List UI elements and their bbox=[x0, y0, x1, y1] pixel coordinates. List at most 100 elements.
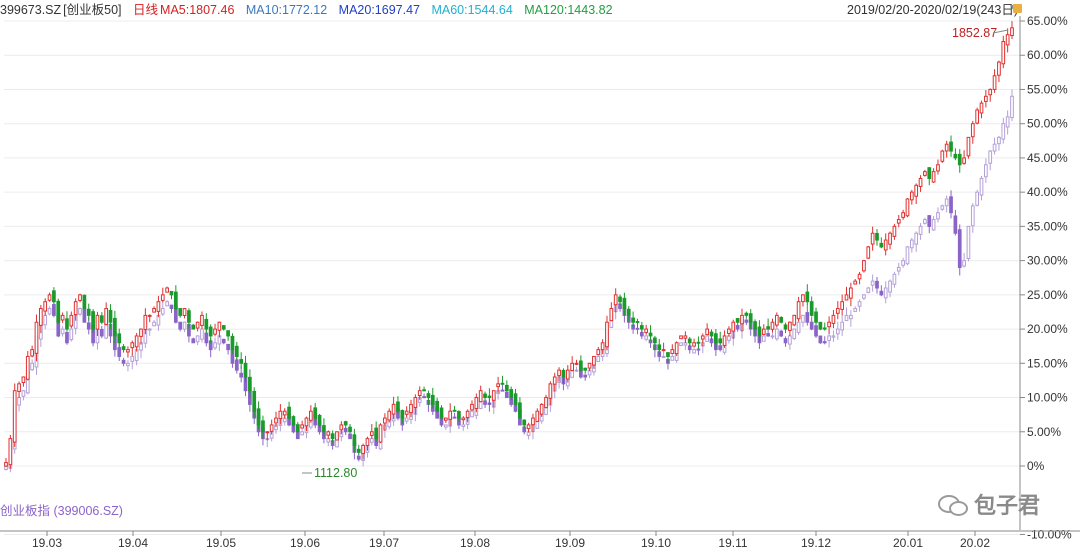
candle-body bbox=[653, 337, 657, 344]
candle-body bbox=[896, 266, 901, 272]
candle-body bbox=[557, 369, 561, 377]
candle-body bbox=[670, 355, 675, 361]
candle-body bbox=[661, 355, 666, 358]
candle-body bbox=[809, 301, 814, 316]
candle-body bbox=[613, 294, 618, 306]
candle-body bbox=[757, 326, 762, 337]
candle-body bbox=[679, 342, 683, 347]
y-tick-label: 65.00% bbox=[1027, 14, 1068, 28]
candle-body bbox=[918, 177, 923, 187]
candle-body bbox=[191, 338, 196, 344]
y-tick-label: 60.00% bbox=[1027, 48, 1068, 62]
candle-body bbox=[47, 308, 52, 315]
candle-body bbox=[226, 343, 230, 351]
candle-body bbox=[86, 308, 91, 316]
candle-body bbox=[173, 291, 178, 310]
candle-body bbox=[221, 325, 226, 330]
candle-body bbox=[182, 308, 187, 316]
candle-body bbox=[335, 431, 339, 441]
candle-body bbox=[295, 424, 300, 433]
candle-body bbox=[992, 75, 997, 90]
candle-body bbox=[134, 335, 139, 348]
candle-body bbox=[56, 300, 61, 323]
candle-body bbox=[487, 395, 492, 399]
candle-body bbox=[452, 416, 457, 419]
candle-body bbox=[822, 341, 827, 344]
candle-body bbox=[21, 376, 26, 384]
candle-body bbox=[43, 301, 48, 312]
candle-body bbox=[879, 242, 884, 248]
candle-body bbox=[692, 342, 696, 347]
candle-body bbox=[870, 232, 875, 245]
candle-body bbox=[957, 229, 962, 268]
candle-body bbox=[78, 308, 82, 315]
candle-body bbox=[287, 406, 291, 419]
candle-body bbox=[875, 232, 879, 241]
candle-body bbox=[718, 345, 723, 351]
x-tick-label: 19.03 bbox=[32, 536, 62, 550]
candle-body bbox=[187, 310, 191, 323]
candle-body bbox=[914, 232, 919, 245]
candle-body bbox=[849, 314, 853, 320]
candle-body bbox=[444, 417, 448, 421]
candle-body bbox=[8, 438, 13, 466]
x-tick-label: 19.06 bbox=[290, 536, 320, 550]
candle-body bbox=[82, 294, 87, 310]
candle-body bbox=[343, 421, 348, 426]
candle-body bbox=[269, 424, 274, 432]
candle-body bbox=[230, 335, 235, 351]
candle-body bbox=[522, 419, 527, 426]
candle-body bbox=[234, 345, 239, 357]
candle-body bbox=[73, 301, 78, 316]
y-tick-label: 40.00% bbox=[1027, 185, 1068, 199]
candle-body bbox=[565, 369, 570, 380]
candle-body bbox=[814, 325, 818, 337]
candle-body bbox=[422, 389, 426, 392]
candle-body bbox=[478, 390, 483, 403]
x-tick-label: 20.01 bbox=[893, 536, 923, 550]
candlestick-chart: 65.00% 60.00% 55.00% 50.00% 45.00% 40.00% 35.0… bbox=[0, 14, 1080, 550]
candle-body bbox=[261, 420, 265, 433]
y-tick-label: -10.00% bbox=[1027, 527, 1072, 541]
candle-body bbox=[975, 109, 980, 124]
candle-body bbox=[531, 417, 535, 426]
candle-body bbox=[252, 390, 257, 412]
candle-body bbox=[953, 215, 958, 234]
candle-body bbox=[639, 325, 644, 330]
candle-body bbox=[600, 342, 605, 351]
candle-body bbox=[383, 417, 387, 424]
candle-body bbox=[470, 410, 474, 418]
candle-body bbox=[204, 318, 209, 330]
candle-body bbox=[718, 338, 723, 344]
candle-body bbox=[300, 431, 304, 436]
compare-series-label: 创业板指 (399006.SZ) bbox=[0, 504, 123, 518]
candle-body bbox=[413, 397, 418, 408]
candle-body bbox=[949, 196, 953, 214]
watermark-text: 包子君 bbox=[973, 493, 1040, 518]
candle-body bbox=[69, 328, 74, 341]
candle-body bbox=[152, 308, 156, 313]
watermark: 包子君 bbox=[937, 488, 1040, 520]
candle-body bbox=[65, 332, 69, 344]
candle-body bbox=[17, 383, 21, 392]
candle-body bbox=[535, 410, 540, 422]
candle-body bbox=[766, 333, 770, 337]
candle-body bbox=[574, 369, 579, 372]
candle-body bbox=[539, 403, 544, 415]
candle-body bbox=[609, 308, 614, 322]
candle-body bbox=[147, 328, 152, 331]
x-tick-label: 19.05 bbox=[206, 536, 236, 550]
compare-series bbox=[4, 89, 1014, 473]
candle-body bbox=[714, 333, 718, 344]
candle-body bbox=[121, 359, 126, 364]
candle-body bbox=[814, 311, 818, 323]
candle-body bbox=[792, 314, 797, 326]
candle-body bbox=[583, 374, 588, 378]
candle-body bbox=[213, 328, 217, 335]
candle-body bbox=[927, 167, 932, 179]
candle-body bbox=[400, 410, 405, 419]
x-tick-label: 19.10 bbox=[641, 536, 671, 550]
candle-body bbox=[770, 321, 775, 330]
candle-body bbox=[918, 225, 923, 235]
candle-body bbox=[304, 417, 309, 427]
